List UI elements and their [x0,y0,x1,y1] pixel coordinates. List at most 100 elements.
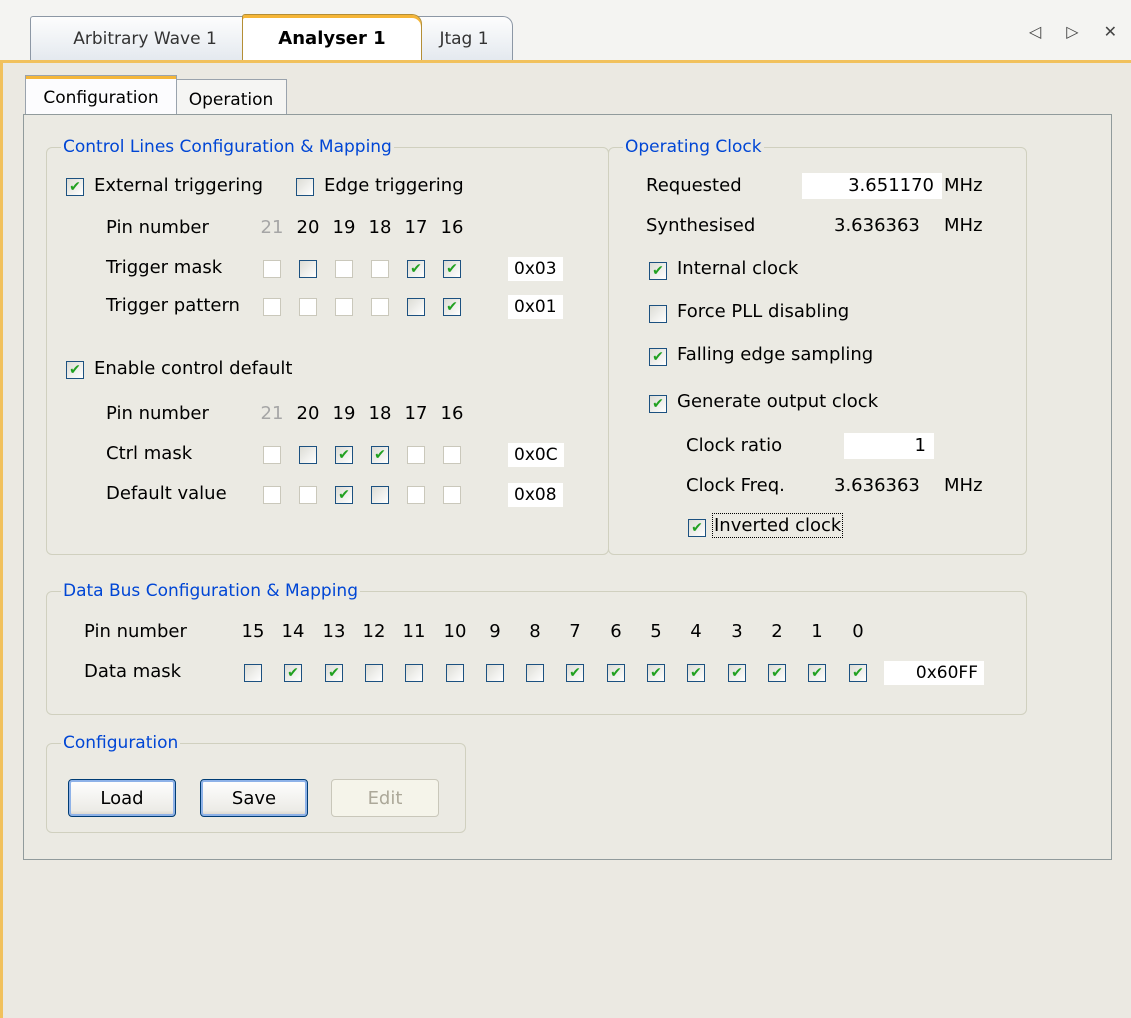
generate-output-clock-checkbox[interactable]: ✔ [649,395,667,413]
pin-number-19: 19 [332,403,356,424]
pin-number-20: 20 [296,403,320,424]
default-value-pin-19-checkbox[interactable]: ✔ [335,486,353,504]
bus-pin-number-10: 10 [443,621,467,642]
tab-label: Arbitrary Wave 1 [73,28,217,49]
tab-analyser-1[interactable]: Analyser 1 [242,14,422,62]
data-mask-bit-15-checkbox[interactable] [244,664,262,682]
bus-pin-number-13: 13 [322,621,346,642]
tab-arbitrary-wave-1[interactable]: Arbitrary Wave 1 [30,16,260,60]
trigger-pattern-hex: 0x01 [508,295,563,319]
inverted-clock-checkbox[interactable]: ✔ [688,519,706,537]
clock-freq-value: 3.636363 [834,475,920,496]
tab-label: Operation [188,89,274,110]
tab-label: Configuration [43,87,159,108]
bus-pin-number-1: 1 [811,621,823,642]
group-title: Control Lines Configuration & Mapping [63,137,392,157]
ctrl-mask-pin-20-checkbox[interactable] [299,446,317,464]
scroll-tabs-icons[interactable]: ◁ ▷ ✕ [1029,22,1127,41]
data-mask-bit-10-checkbox[interactable] [446,664,464,682]
data-mask-bit-1-checkbox[interactable]: ✔ [808,664,826,682]
synthesised-label: Synthesised [646,215,756,236]
ctrl-mask-label: Ctrl mask [106,443,193,464]
tab-label: Analyser 1 [278,28,386,49]
pin-number-label: Pin number [106,403,209,424]
save-button[interactable]: Save [200,779,308,817]
data-mask-bit-12-checkbox[interactable] [365,664,383,682]
trigger-mask-pin-20-checkbox[interactable] [299,260,317,278]
ctrl-mask-hex: 0x0C [508,443,564,467]
ctrl-mask-pin-18-checkbox[interactable]: ✔ [371,446,389,464]
synthesised-value: 3.636363 [834,215,920,236]
data-mask-bit-6-checkbox[interactable]: ✔ [607,664,625,682]
pin-number-16: 16 [440,403,464,424]
trigger-pattern-pin-16-checkbox[interactable]: ✔ [443,298,461,316]
pin-number-17: 17 [404,217,428,238]
group-title: Configuration [63,733,179,753]
data-mask-bit-2-checkbox[interactable]: ✔ [768,664,786,682]
requested-unit: MHz [944,175,983,196]
data-mask-bit-0-checkbox[interactable]: ✔ [849,664,867,682]
falling-edge-sampling-checkbox[interactable]: ✔ [649,348,667,366]
bus-pin-number-2: 2 [771,621,783,642]
trigger-mask-pin-18-checkbox [371,260,389,278]
force-pll-disabling-checkbox[interactable] [649,305,667,323]
tab-configuration[interactable]: Configuration [25,75,177,119]
data-mask-bit-14-checkbox[interactable]: ✔ [284,664,302,682]
tab-jtag-1[interactable]: Jtag 1 [415,16,513,60]
data-mask-bit-5-checkbox[interactable]: ✔ [647,664,665,682]
pin-number-19: 19 [332,217,356,238]
pin-number-21: 21 [260,403,284,424]
bus-pin-number-0: 0 [852,621,864,642]
enable-control-default-checkbox[interactable]: ✔ [66,361,84,379]
trigger-pattern-pin-19-checkbox [335,298,353,316]
trigger-mask-pin-16-checkbox[interactable]: ✔ [443,260,461,278]
trigger-pattern-pin-21-checkbox [263,298,281,316]
data-mask-bit-13-checkbox[interactable]: ✔ [325,664,343,682]
data-mask-bit-9-checkbox[interactable] [486,664,504,682]
requested-frequency-input[interactable]: 3.651170 [802,173,942,199]
trigger-mask-pin-17-checkbox[interactable]: ✔ [407,260,425,278]
external-triggering-checkbox[interactable]: ✔ [66,178,84,196]
pin-number-17: 17 [404,403,428,424]
clock-freq-unit: MHz [944,475,983,496]
bus-pin-number-5: 5 [650,621,662,642]
data-bus-group: Data Bus Configuration & Mapping [46,581,1027,715]
trigger-mask-label: Trigger mask [106,257,223,278]
default-value-pin-18-checkbox[interactable] [371,486,389,504]
data-mask-bit-4-checkbox[interactable]: ✔ [687,664,705,682]
edge-triggering-label: Edge triggering [324,175,464,196]
data-mask-bit-8-checkbox[interactable] [526,664,544,682]
tab-operation[interactable]: Operation [175,79,287,119]
trigger-mask-pin-19-checkbox [335,260,353,278]
data-mask-bit-11-checkbox[interactable] [405,664,423,682]
clock-ratio-input[interactable]: 1 [844,433,934,459]
internal-clock-checkbox[interactable]: ✔ [649,262,667,280]
bus-pin-number-7: 7 [569,621,581,642]
bus-pin-number-4: 4 [690,621,702,642]
tab-nav-controls[interactable]: ◁ ▷ ✕ [1029,22,1127,41]
pin-number-20: 20 [296,217,320,238]
bus-pin-number-12: 12 [362,621,386,642]
clock-freq-label: Clock Freq. [686,475,785,496]
synthesised-unit: MHz [944,215,983,236]
trigger-pattern-pin-18-checkbox [371,298,389,316]
default-value-pin-21-checkbox [263,486,281,504]
pin-number-18: 18 [368,217,392,238]
falling-edge-sampling-label: Falling edge sampling [677,344,874,365]
data-mask-hex: 0x60FF [884,661,984,685]
tab-label: Jtag 1 [439,28,489,49]
default-value-pin-16-checkbox [443,486,461,504]
load-button[interactable]: Load [68,779,176,817]
data-mask-bit-3-checkbox[interactable]: ✔ [728,664,746,682]
edge-triggering-checkbox[interactable] [296,178,314,196]
data-mask-bit-7-checkbox[interactable]: ✔ [566,664,584,682]
edit-button[interactable]: Edit [331,779,439,817]
pin-number-21: 21 [260,217,284,238]
ctrl-mask-pin-19-checkbox[interactable]: ✔ [335,446,353,464]
default-value-hex: 0x08 [508,483,563,507]
pin-number-label: Pin number [84,621,187,642]
default-value-label: Default value [106,483,227,504]
trigger-pattern-pin-17-checkbox[interactable] [407,298,425,316]
force-pll-disabling-label: Force PLL disabling [677,301,850,322]
requested-label: Requested [646,175,742,196]
